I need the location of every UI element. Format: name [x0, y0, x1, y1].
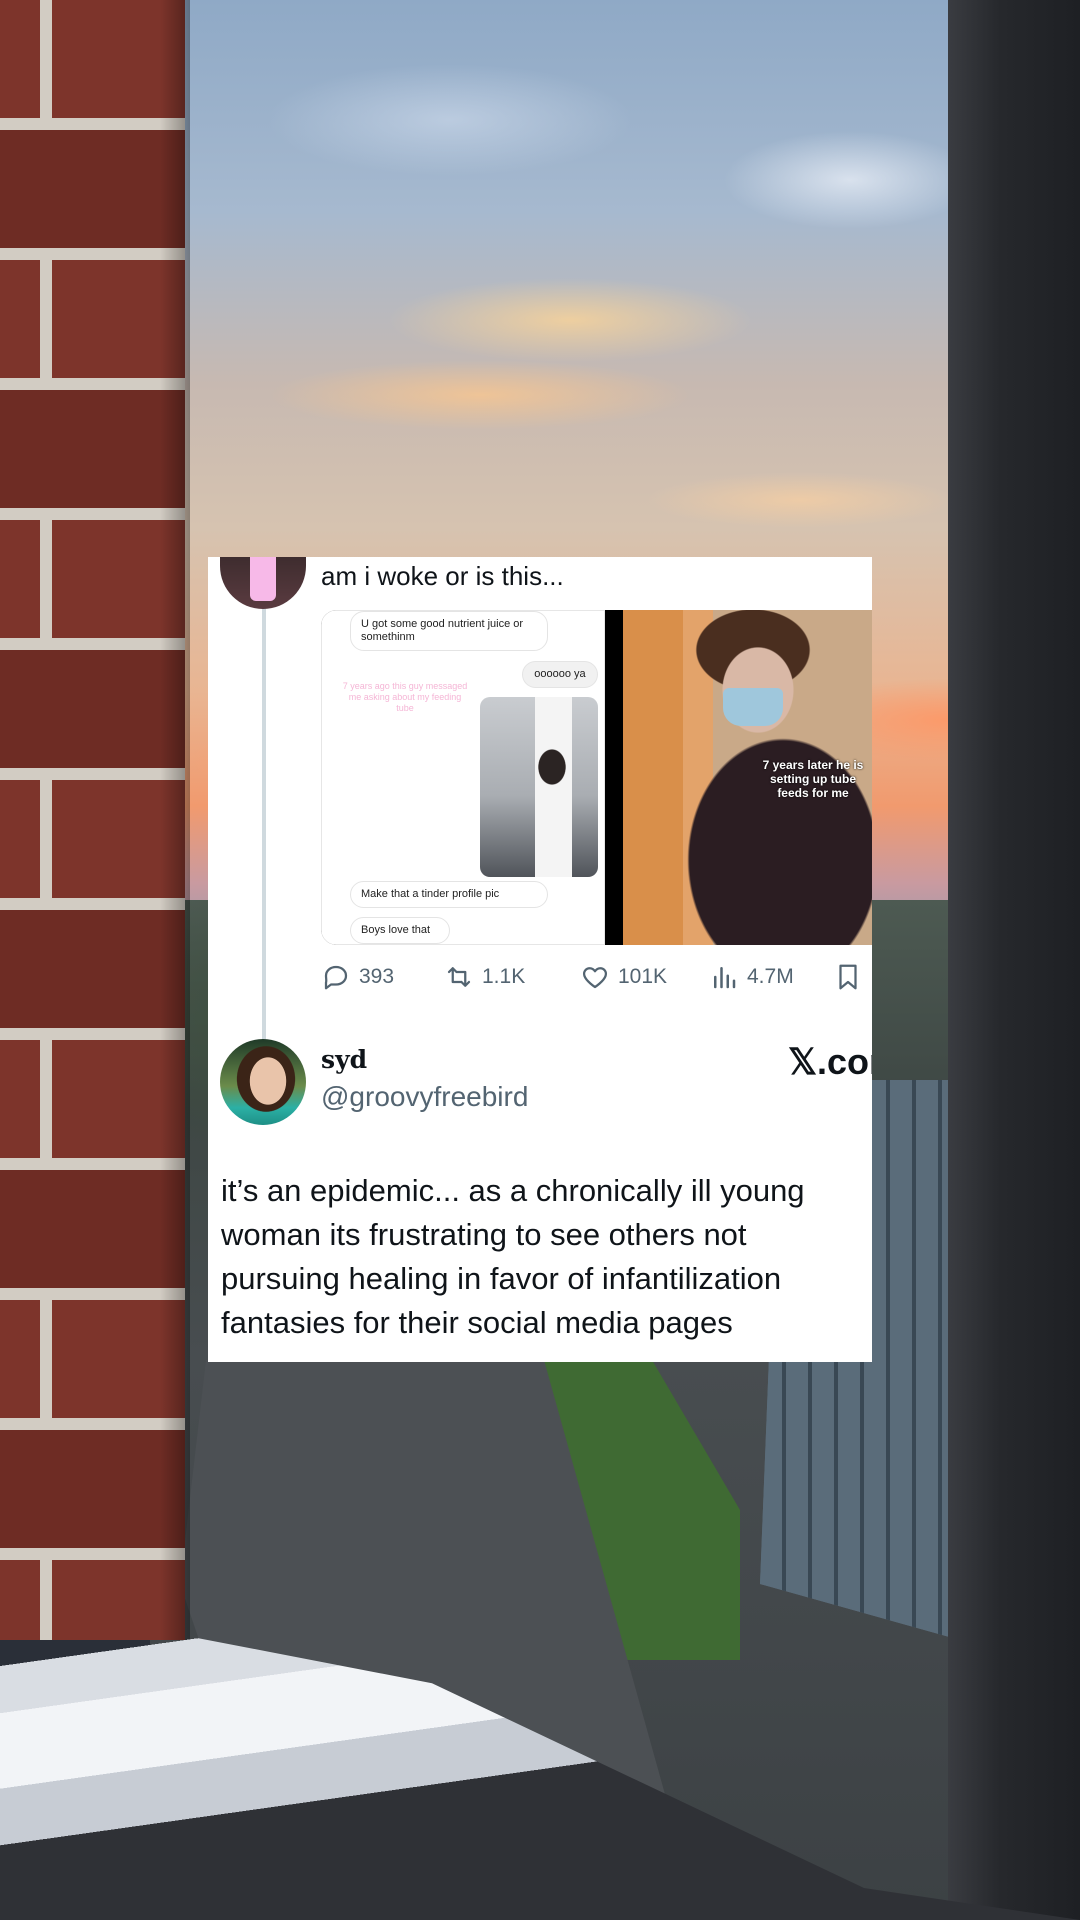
tube-feed-photo: 7 years later he is setting up tube feed…	[623, 610, 872, 945]
brick-joints	[40, 0, 52, 1640]
like-icon	[582, 967, 608, 989]
bookmark-icon	[839, 964, 857, 990]
thread-connector	[262, 607, 266, 1067]
like-button[interactable]: 101K	[580, 957, 667, 997]
chat-bubble: Make that a tinder profile pic	[350, 881, 548, 908]
media-divider	[605, 610, 619, 945]
quoted-media[interactable]: U got some good nutrient juice or someth…	[321, 610, 872, 945]
retweet-count: 1.1K	[482, 965, 526, 988]
action-bar: 393 1.1K 101K 4.7M	[321, 957, 866, 997]
chat-bubble: Boys love that	[350, 917, 450, 944]
like-count: 101K	[618, 965, 668, 988]
reply-count: 393	[359, 965, 395, 988]
quoted-tweet-text: am i woke or is this...	[321, 561, 564, 591]
retweet-button[interactable]: 1.1K	[444, 957, 525, 997]
chat-bubble: oooooo ya	[522, 661, 598, 688]
display-name[interactable]: syd	[321, 1045, 367, 1074]
reply-icon	[324, 965, 348, 990]
views-icon	[714, 967, 736, 989]
retweet-icon	[447, 967, 471, 987]
brick-shadow	[160, 0, 190, 1640]
mirror-selfie	[480, 697, 598, 877]
user-handle[interactable]: @groovyfreebird	[321, 1081, 528, 1113]
user-avatar[interactable]	[220, 1039, 306, 1125]
quoted-avatar[interactable]	[220, 557, 306, 609]
chat-bubble: U got some good nutrient juice or someth…	[350, 611, 548, 651]
tweet-card: am i woke or is this... U got some good …	[208, 557, 872, 1362]
bookmark-button[interactable]	[833, 957, 863, 997]
x-logo: 𝕏.com	[788, 1041, 872, 1082]
chat-screenshot: U got some good nutrient juice or someth…	[321, 610, 605, 945]
window-frame	[948, 0, 1080, 1920]
brick-wall	[0, 0, 185, 1640]
views-button[interactable]: 4.7M	[709, 957, 794, 997]
overlay-note: 7 years ago this guy messaged me asking …	[342, 681, 468, 713]
views-count: 4.7M	[747, 965, 794, 988]
reply-button[interactable]: 393	[321, 957, 394, 997]
face-mask	[723, 688, 783, 726]
photo-caption: 7 years later he is setting up tube feed…	[762, 758, 864, 800]
tweet-body: it’s an epidemic... as a chronically ill…	[221, 1173, 805, 1340]
